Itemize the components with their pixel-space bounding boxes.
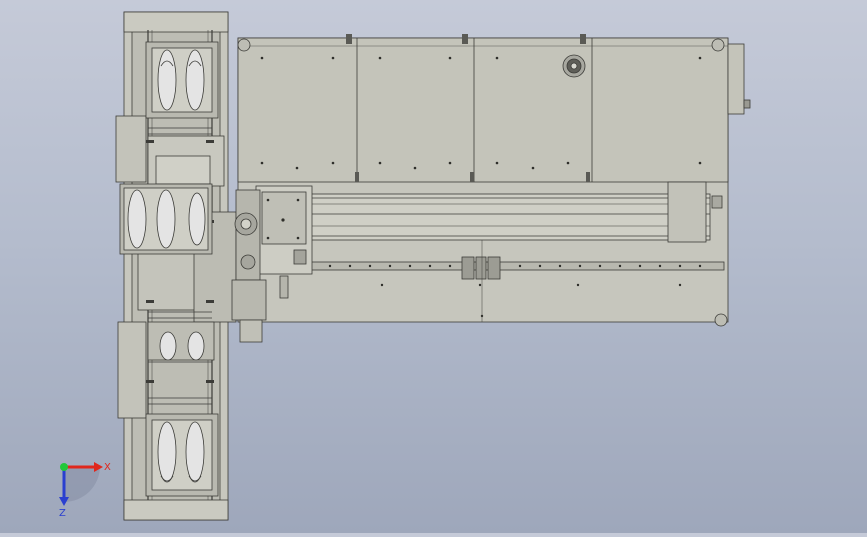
shoe-tray-middle <box>119 183 213 255</box>
y-axis-dot <box>60 463 68 471</box>
shoe-tray-top <box>145 41 219 119</box>
cad-canvas[interactable]: X Z <box>0 0 867 533</box>
z-axis-label: Z <box>59 508 66 519</box>
shoe-tray-bottom <box>145 413 219 497</box>
cad-viewport[interactable]: X Z <box>0 0 867 533</box>
main-machine-body <box>237 34 751 327</box>
x-axis-label: X <box>104 462 111 473</box>
orientation-triad[interactable]: X Z <box>59 462 111 519</box>
shoe-tray-lower <box>147 321 215 361</box>
